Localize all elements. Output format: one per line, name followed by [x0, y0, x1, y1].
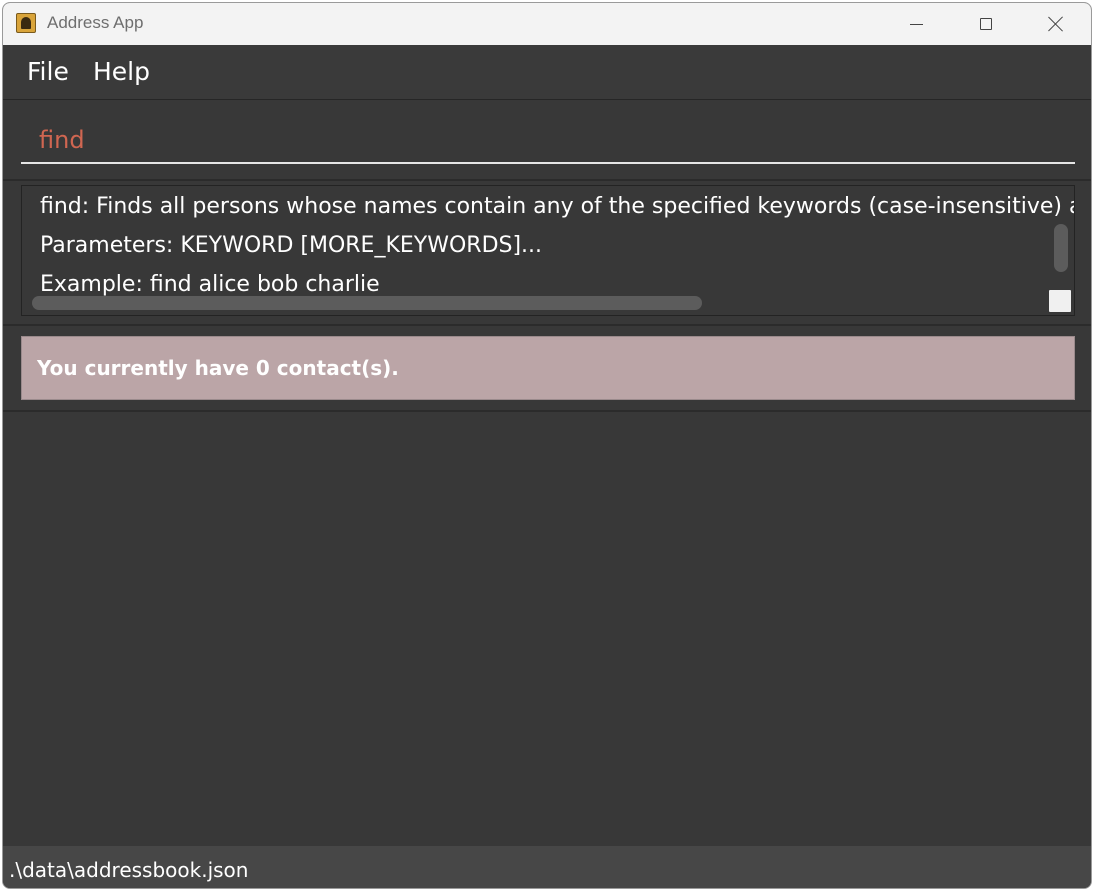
result-display[interactable]: find: Finds all persons whose names cont… — [21, 185, 1075, 316]
vertical-scrollbar[interactable] — [1054, 224, 1068, 272]
minimize-icon — [909, 23, 923, 25]
maximize-icon — [980, 18, 992, 30]
contact-count-badge: You currently have 0 contact(s). — [21, 336, 1075, 400]
menu-file[interactable]: File — [17, 57, 79, 86]
status-panel: You currently have 0 contact(s). — [3, 326, 1091, 412]
close-icon — [1048, 16, 1064, 32]
title-bar[interactable]: Address App — [3, 3, 1091, 45]
address-book-icon — [16, 13, 36, 33]
scroll-corner — [1049, 290, 1071, 312]
result-line: Parameters: KEYWORD [MORE_KEYWORDS]... — [40, 233, 543, 258]
address-app-window: Address App File Help find: Finds all pe… — [2, 2, 1092, 889]
result-line: find: Finds all persons whose names cont… — [40, 194, 1075, 219]
horizontal-scrollbar[interactable] — [32, 296, 702, 310]
contact-count-text: You currently have 0 contact(s). — [37, 356, 399, 380]
window-title: Address App — [47, 13, 144, 32]
person-list[interactable] — [3, 412, 1091, 846]
maximize-button[interactable] — [951, 3, 1021, 45]
result-line: Example: find alice bob charlie — [40, 272, 380, 297]
result-panel: find: Finds all persons whose names cont… — [3, 181, 1091, 326]
save-location: .\data\addressbook.json — [9, 858, 249, 882]
minimize-button[interactable] — [881, 3, 951, 45]
close-button[interactable] — [1021, 3, 1091, 45]
command-panel — [3, 100, 1091, 181]
menu-help[interactable]: Help — [83, 57, 160, 86]
menu-bar: File Help — [3, 45, 1091, 100]
command-input[interactable] — [21, 118, 1075, 164]
status-bar-footer: .\data\addressbook.json — [3, 846, 1091, 888]
